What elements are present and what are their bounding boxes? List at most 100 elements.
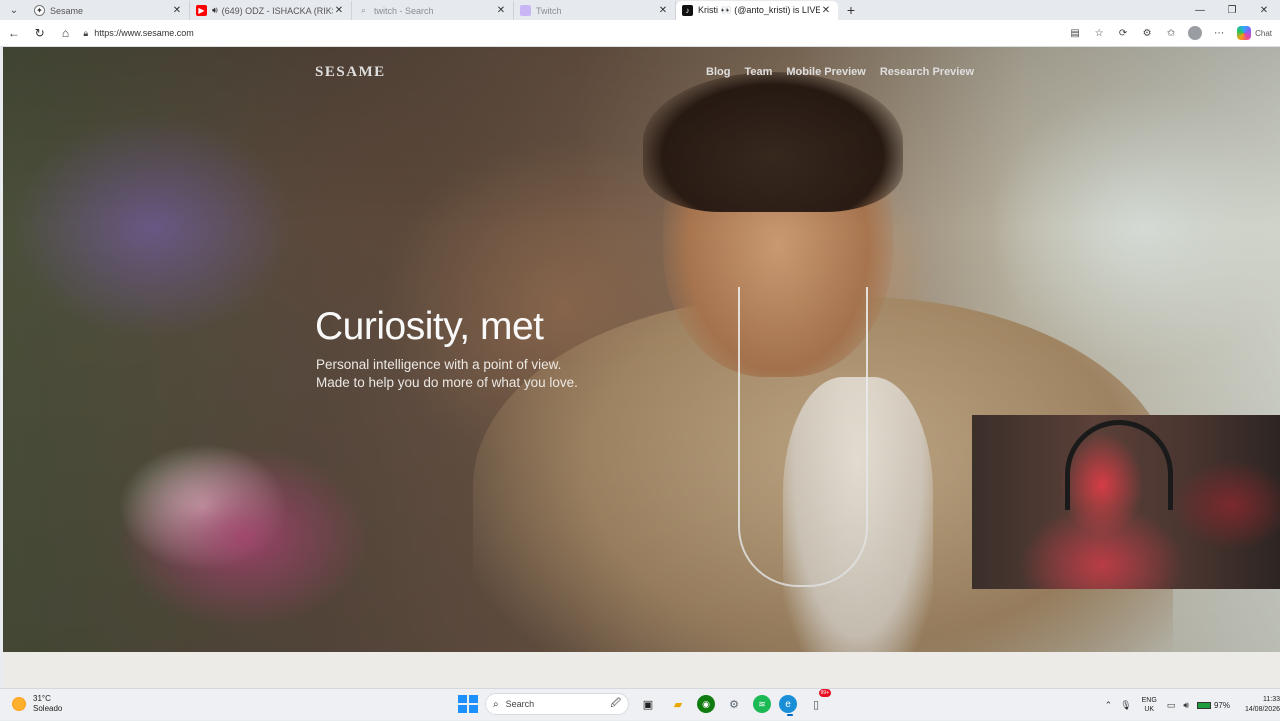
- page-viewport: SESAME Blog Team Mobile Preview Research…: [3, 47, 1280, 688]
- webcam-overlay: [972, 415, 1280, 589]
- window-controls: — ❐ ✕: [1184, 0, 1280, 20]
- tab-twitch[interactable]: Twitch ✕: [514, 1, 676, 20]
- keyboard-region: UK: [1144, 706, 1155, 713]
- youtube-icon: ▶: [196, 5, 207, 16]
- hero-subtitle-line-1: Personal intelligence with a point of vi…: [316, 357, 562, 372]
- sesame-icon: ✦: [34, 5, 45, 16]
- profile-icon[interactable]: [1185, 23, 1205, 43]
- notification-badge: 99+: [818, 689, 831, 697]
- search-highlight-icon: 🖉︎: [610, 697, 621, 709]
- favorites-icon[interactable]: ✩: [1161, 23, 1181, 43]
- tab-sesame[interactable]: ✦ Sesame ✕: [28, 1, 190, 20]
- taskbar-search-label: Search: [505, 699, 535, 709]
- extensions-icon[interactable]: ⟳: [1113, 23, 1133, 43]
- browser-tab-strip: ⌄ ✦ Sesame ✕ ▶ 🔊︎ (649) ODZ - ISHACKA (R…: [0, 0, 1280, 20]
- lock-icon[interactable]: 🔒︎: [83, 28, 88, 39]
- browser-essentials-icon[interactable]: ⚙: [1137, 23, 1157, 43]
- clock-time: 11:33: [1263, 696, 1280, 703]
- hero-headline: Curiosity, met: [315, 305, 544, 348]
- tab-title: (649) ODZ - ISHACKA (RIKSKI: [221, 5, 333, 16]
- microphone-icon[interactable]: 🎙︎: [1120, 700, 1131, 711]
- chevron-up-icon[interactable]: ⌃: [1105, 700, 1113, 711]
- tab-title: Kristi 👀 (@anto_kristi) is LIVE: [698, 5, 820, 15]
- nav-research-preview[interactable]: Research Preview: [880, 66, 974, 78]
- back-arrow-icon[interactable]: ←: [2, 21, 26, 45]
- battery-indicator[interactable]: 97%: [1196, 700, 1230, 710]
- page-bottom-strip: [3, 652, 1280, 688]
- earphone-cable: [738, 287, 868, 587]
- favorite-star-icon[interactable]: ☆: [1089, 23, 1109, 43]
- hero-photo-shirt: [783, 377, 933, 652]
- file-explorer-icon[interactable]: ▰: [667, 693, 689, 715]
- weather-desc: Soleado: [33, 704, 63, 713]
- network-icon[interactable]: ▭: [1167, 700, 1176, 711]
- battery-icon: [1196, 701, 1211, 709]
- close-icon[interactable]: ✕: [495, 5, 507, 16]
- hero-photo-face: [663, 87, 893, 377]
- toolbar-icons: ▤ ☆ ⟳ ⚙ ✩ ⋯ Chat: [1065, 23, 1272, 43]
- nav-blog[interactable]: Blog: [706, 66, 730, 78]
- speaker-icon[interactable]: 🔊︎: [212, 5, 218, 16]
- weather-temp: 31°C: [33, 694, 51, 703]
- sun-icon: [12, 697, 26, 711]
- settings-gear-icon[interactable]: ⚙: [723, 693, 745, 715]
- tab-twitch-search[interactable]: ⌕ twitch - Search ✕: [352, 1, 514, 20]
- nav-team[interactable]: Team: [744, 66, 772, 78]
- battery-percent: 97%: [1213, 700, 1230, 710]
- close-icon[interactable]: ✕: [820, 5, 832, 16]
- close-window-icon[interactable]: ✕: [1248, 0, 1280, 20]
- clock[interactable]: 11:33 14/08/2026: [1234, 695, 1280, 715]
- hero-subtitle: Personal intelligence with a point of vi…: [316, 356, 578, 392]
- address-url: https://www.sesame.com: [94, 28, 194, 38]
- tab-youtube[interactable]: ▶ 🔊︎ (649) ODZ - ISHACKA (RIKSKI ✕: [190, 1, 352, 20]
- weather-widget[interactable]: 31°C Soleado: [12, 694, 62, 714]
- copilot-chat-button[interactable]: Chat: [1237, 26, 1272, 40]
- spotify-icon[interactable]: ≋: [753, 695, 771, 713]
- nav-mobile-preview[interactable]: Mobile Preview: [786, 66, 865, 78]
- tab-title: twitch - Search: [374, 5, 434, 16]
- refresh-icon[interactable]: ↻: [28, 21, 52, 45]
- search-icon: ⌕: [493, 698, 499, 710]
- twitch-icon: [520, 5, 531, 16]
- xbox-icon[interactable]: ◉: [697, 695, 715, 713]
- windows-start-icon[interactable]: [457, 694, 478, 714]
- clock-date: 14/08/2026: [1244, 706, 1280, 713]
- tab-title: Sesame: [50, 5, 84, 16]
- more-menu-icon[interactable]: ⋯: [1209, 23, 1229, 43]
- browser-toolbar: ← ↻ ⌂ 🔒︎ https://www.sesame.com ▤ ☆ ⟳ ⚙ …: [0, 20, 1280, 47]
- language-indicator[interactable]: ENG UK: [1142, 696, 1157, 714]
- headset-icon: [1065, 420, 1173, 510]
- volume-icon[interactable]: 🔊︎: [1183, 700, 1189, 711]
- avatar: [1188, 26, 1203, 40]
- tab-title: Twitch: [536, 5, 562, 16]
- hero-photo-hair: [643, 72, 903, 212]
- hero-subtitle-line-2: Made to help you do more of what you lov…: [316, 375, 578, 390]
- minimize-icon[interactable]: —: [1184, 0, 1216, 20]
- home-icon[interactable]: ⌂: [54, 21, 78, 45]
- weather-text: 31°C Soleado: [33, 694, 62, 714]
- tiktok-icon: ♪: [682, 5, 693, 16]
- address-bar[interactable]: 🔒︎ https://www.sesame.com: [83, 23, 1065, 43]
- copilot-icon: [1237, 26, 1252, 40]
- edge-browser-icon[interactable]: e: [779, 695, 797, 716]
- task-view-icon[interactable]: ▣: [637, 693, 659, 715]
- new-tab-button[interactable]: +: [838, 0, 864, 20]
- site-logo[interactable]: SESAME: [315, 64, 386, 81]
- close-icon[interactable]: ✕: [333, 5, 345, 16]
- close-icon[interactable]: ✕: [657, 5, 669, 16]
- close-icon[interactable]: ✕: [171, 5, 183, 16]
- battery-fill: [1197, 702, 1210, 708]
- copilot-label: Chat: [1255, 28, 1272, 38]
- search-icon: ⌕: [361, 5, 366, 15]
- reading-view-icon[interactable]: ▤: [1065, 23, 1085, 43]
- notepad-icon[interactable]: ▯ 99+: [805, 689, 831, 715]
- taskbar-apps: ⌕ Search 🖉︎ ▣ ▰ ◉ ⚙ ≋ e ▯ 99+: [457, 689, 831, 716]
- restore-icon[interactable]: ❐: [1216, 0, 1248, 20]
- windows-taskbar: 31°C Soleado ⌕ Search 🖉︎ ▣ ▰ ◉ ⚙ ≋ e ▯ 99…: [0, 688, 1280, 720]
- language-code: ENG: [1141, 697, 1157, 704]
- taskbar-search[interactable]: ⌕ Search 🖉︎: [485, 693, 629, 715]
- site-nav: Blog Team Mobile Preview Research Previe…: [706, 66, 974, 78]
- system-tray: ⌃ 🎙︎ ENG UK ▭ 🔊︎ 97% 11:33 14/08/2026: [1101, 689, 1280, 721]
- tab-actions-chevron-icon[interactable]: ⌄: [0, 0, 28, 20]
- tab-tiktok-live[interactable]: ♪ Kristi 👀 (@anto_kristi) is LIVE ✕: [676, 1, 838, 20]
